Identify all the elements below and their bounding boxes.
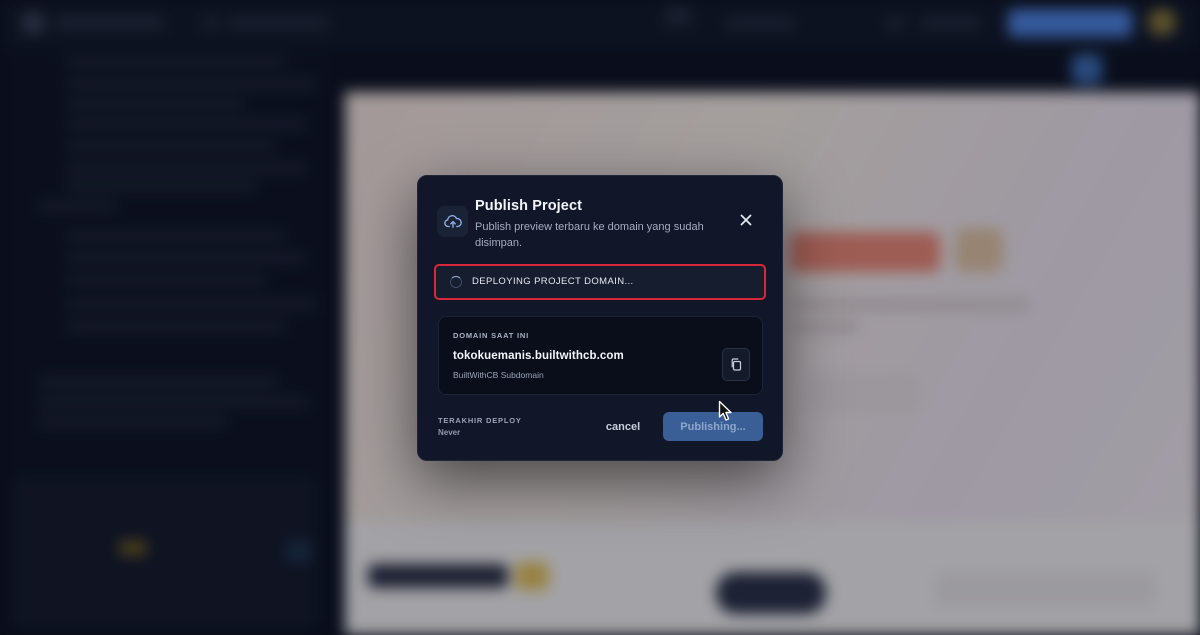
deploy-status-text: DEPLOYING PROJECT DOMAIN...: [472, 276, 634, 287]
cloud-upload-icon: [437, 206, 468, 237]
mouse-cursor-icon: [718, 400, 732, 421]
modal-title: Publish Project: [475, 198, 583, 214]
last-deploy-value: Never: [438, 428, 461, 437]
deploy-status: DEPLOYING PROJECT DOMAIN...: [434, 264, 766, 300]
modal-subtitle: Publish preview terbaru ke domain yang s…: [475, 221, 704, 249]
domain-type: BuiltWithCB Subdomain: [453, 370, 544, 380]
close-button[interactable]: [736, 210, 756, 230]
copy-icon: [731, 358, 742, 371]
publish-button[interactable]: Publishing...: [663, 412, 763, 441]
cancel-button[interactable]: cancel: [593, 413, 653, 441]
loading-spinner-icon: [450, 276, 462, 288]
copy-domain-button[interactable]: [722, 348, 750, 381]
current-domain-card: DOMAIN SAAT INI tokokuemanis.builtwithcb…: [438, 316, 763, 395]
domain-label: DOMAIN SAAT INI: [453, 331, 530, 340]
last-deploy-label: TERAKHIR DEPLOY: [438, 416, 522, 425]
domain-value: tokokuemanis.builtwithcb.com: [453, 350, 624, 362]
close-icon: [740, 214, 752, 226]
